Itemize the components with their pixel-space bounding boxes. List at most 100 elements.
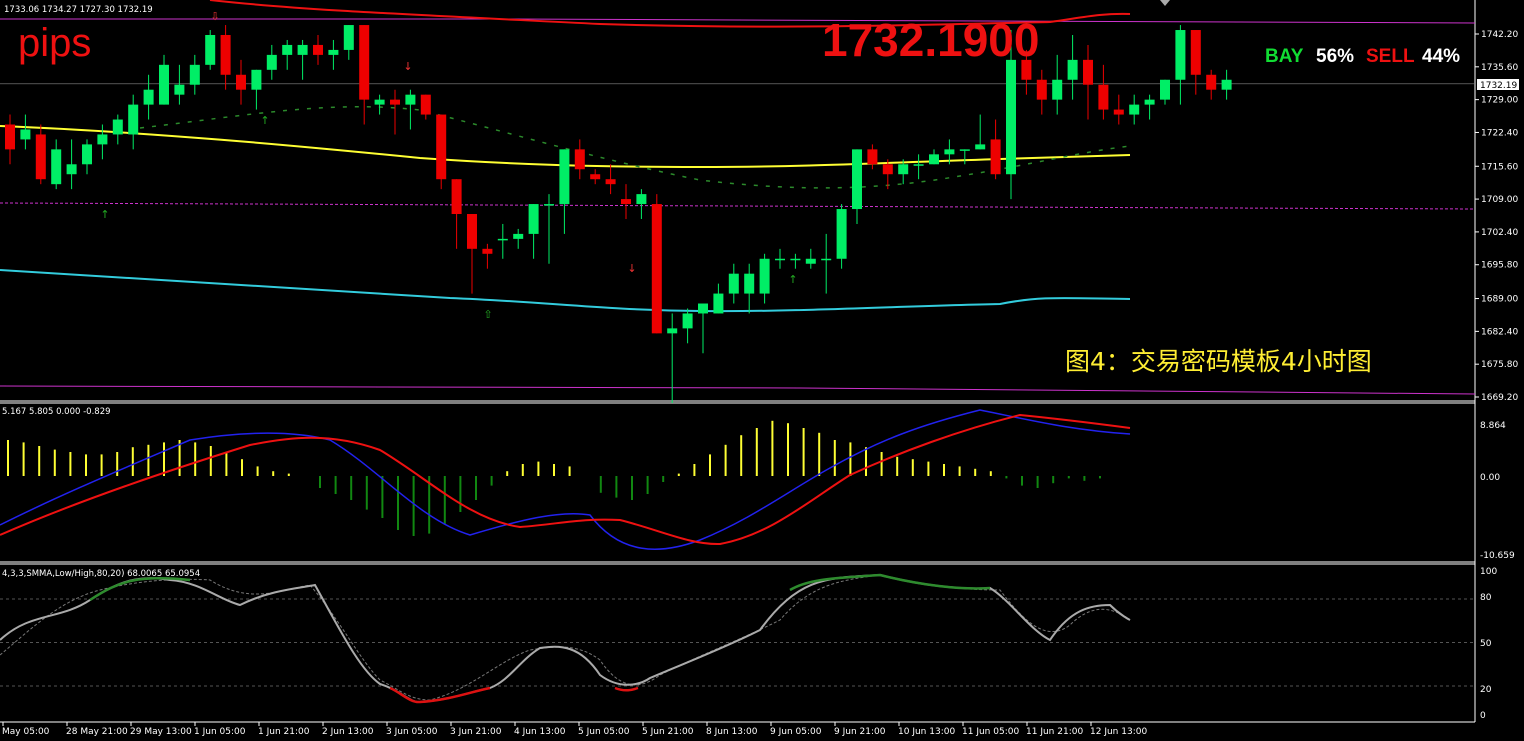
candle-bear	[390, 99, 400, 105]
candle-bull	[297, 44, 308, 55]
candle-bear	[1190, 30, 1201, 75]
candle-bull	[528, 204, 539, 234]
time-tick-label: 11 Jun 05:00	[962, 727, 1019, 737]
time-tick-label: 11 Jun 21:00	[1026, 727, 1083, 737]
time-tick-label: 8 Jun 13:00	[706, 727, 758, 737]
time-tick-label: 9 Jun 05:00	[770, 727, 822, 737]
chart-caption: 图4：交易密码模板4小时图	[1065, 347, 1372, 376]
time-tick-label: 12 Jun 13:00	[1090, 727, 1147, 737]
candle-bull	[836, 209, 847, 259]
candle-bull	[82, 144, 92, 165]
price-tick-label: 1695.80	[1481, 261, 1518, 271]
price-tick-label: 1702.40	[1481, 228, 1518, 238]
candle-bull	[1129, 104, 1140, 115]
candle-bear	[482, 248, 493, 254]
osc-tick-low: -10.659	[1480, 551, 1515, 561]
candle-bear	[1113, 109, 1124, 115]
candle-bear	[651, 204, 662, 334]
price-tick-label: 1682.40	[1481, 327, 1518, 337]
candle-bull	[929, 154, 939, 165]
time-tick-label: 29 May 13:00	[130, 727, 192, 737]
candle-bull	[266, 54, 277, 70]
time-tick-label: 10 Jun 13:00	[898, 727, 955, 737]
price-tick-label: 1735.60	[1481, 63, 1518, 73]
down-arrow-icon: ⇩	[210, 10, 219, 23]
candle-bull	[282, 44, 293, 55]
candle-bull	[128, 104, 139, 135]
candle-bear	[35, 134, 46, 180]
candle-bear	[236, 74, 246, 90]
time-tick-label: 3 Jun 05:00	[386, 727, 438, 737]
candle-bull	[744, 273, 755, 294]
time-tick-label: 1 Jun 21:00	[258, 727, 310, 737]
candle-bull	[1160, 79, 1170, 100]
candle-bull	[1052, 79, 1063, 100]
pips-label: pips	[18, 21, 91, 65]
candle-bear	[1206, 74, 1217, 90]
candle-bear	[313, 44, 323, 55]
candle-bull	[944, 149, 955, 155]
price-tick-label: 1722.40	[1481, 128, 1518, 138]
candle-bull	[698, 303, 708, 314]
up-arrow-icon: ↑	[260, 114, 269, 127]
bay-label: BAY	[1265, 46, 1304, 67]
candle-bull	[405, 94, 416, 105]
candle-bull	[143, 89, 154, 105]
candle-bear	[590, 174, 601, 180]
candle-bull	[174, 84, 185, 95]
price-tick-label: 1742.20	[1481, 30, 1518, 40]
candle-bull	[328, 49, 339, 55]
price-tick-label: 1709.00	[1481, 195, 1518, 205]
candle-bull	[97, 134, 108, 145]
candle-bear	[605, 179, 616, 185]
price-tick-label: 1689.00	[1481, 295, 1518, 305]
sell-percent: 44%	[1422, 46, 1460, 67]
candle-bear	[436, 114, 447, 180]
candle-bull	[159, 64, 169, 105]
candle-bull	[66, 164, 77, 175]
candle-bull	[636, 194, 647, 205]
time-tick-label: 3 Jun 21:00	[450, 727, 502, 737]
candle-bull	[821, 258, 832, 261]
candle-bull	[1175, 30, 1186, 80]
stoch-tick-20: 20	[1480, 685, 1492, 695]
candle-bull	[20, 129, 31, 140]
candle-bull	[805, 258, 816, 264]
time-tick-label: 1 Jun 05:00	[194, 727, 246, 737]
candle-bull	[1067, 59, 1078, 80]
candle-bear	[359, 25, 370, 100]
stochastic-readout: 4,3,3,SMMA,Low/High,80,20) 68.0065 65.09…	[2, 569, 200, 579]
up-arrow-icon: ↑	[100, 208, 109, 221]
candle-bull	[112, 119, 123, 135]
candle-bull	[251, 69, 262, 90]
ohlc-readout: 1733.06 1734.27 1727.30 1732.19	[4, 5, 153, 15]
candle-bull	[713, 293, 724, 314]
candle-bull	[667, 328, 678, 334]
candle-bear	[1098, 84, 1109, 110]
candle-bear	[420, 94, 431, 115]
candle-bull	[975, 144, 986, 150]
candle-bear	[621, 199, 631, 205]
time-tick-label: 5 Jun 05:00	[578, 727, 630, 737]
candle-bull	[728, 273, 739, 294]
down-arrow-icon: ↓	[627, 262, 636, 275]
time-tick-label: 4 Jun 13:00	[514, 727, 566, 737]
oscillator-readout: 5.167 5.805 0.000 -0.829	[2, 407, 111, 417]
price-tick-label: 1715.60	[1481, 162, 1518, 172]
stoch-tick-100: 100	[1480, 567, 1497, 577]
stoch-tick-50: 50	[1480, 639, 1492, 649]
candle-bear	[990, 139, 1001, 175]
price-tick-label: 1729.00	[1481, 96, 1518, 106]
candle-bull	[205, 34, 216, 65]
big-price: 1732.1900	[822, 14, 1039, 66]
time-tick-label: 2 Jun 13:00	[322, 727, 374, 737]
candle-bull	[189, 64, 200, 85]
candle-bull	[759, 258, 770, 294]
candle-bear	[220, 34, 231, 75]
trading-chart[interactable]: ↑ ↑ ⇧ ↑ ⇩ ↓ ↓ 1742.20 1735.60 1729.00 1722.40 1715…	[0, 0, 1524, 741]
candle-bear	[451, 179, 462, 215]
candle-bear	[1036, 79, 1047, 100]
candle-bull	[513, 233, 524, 239]
candle-bull	[374, 99, 385, 105]
candle-bull	[559, 149, 570, 205]
